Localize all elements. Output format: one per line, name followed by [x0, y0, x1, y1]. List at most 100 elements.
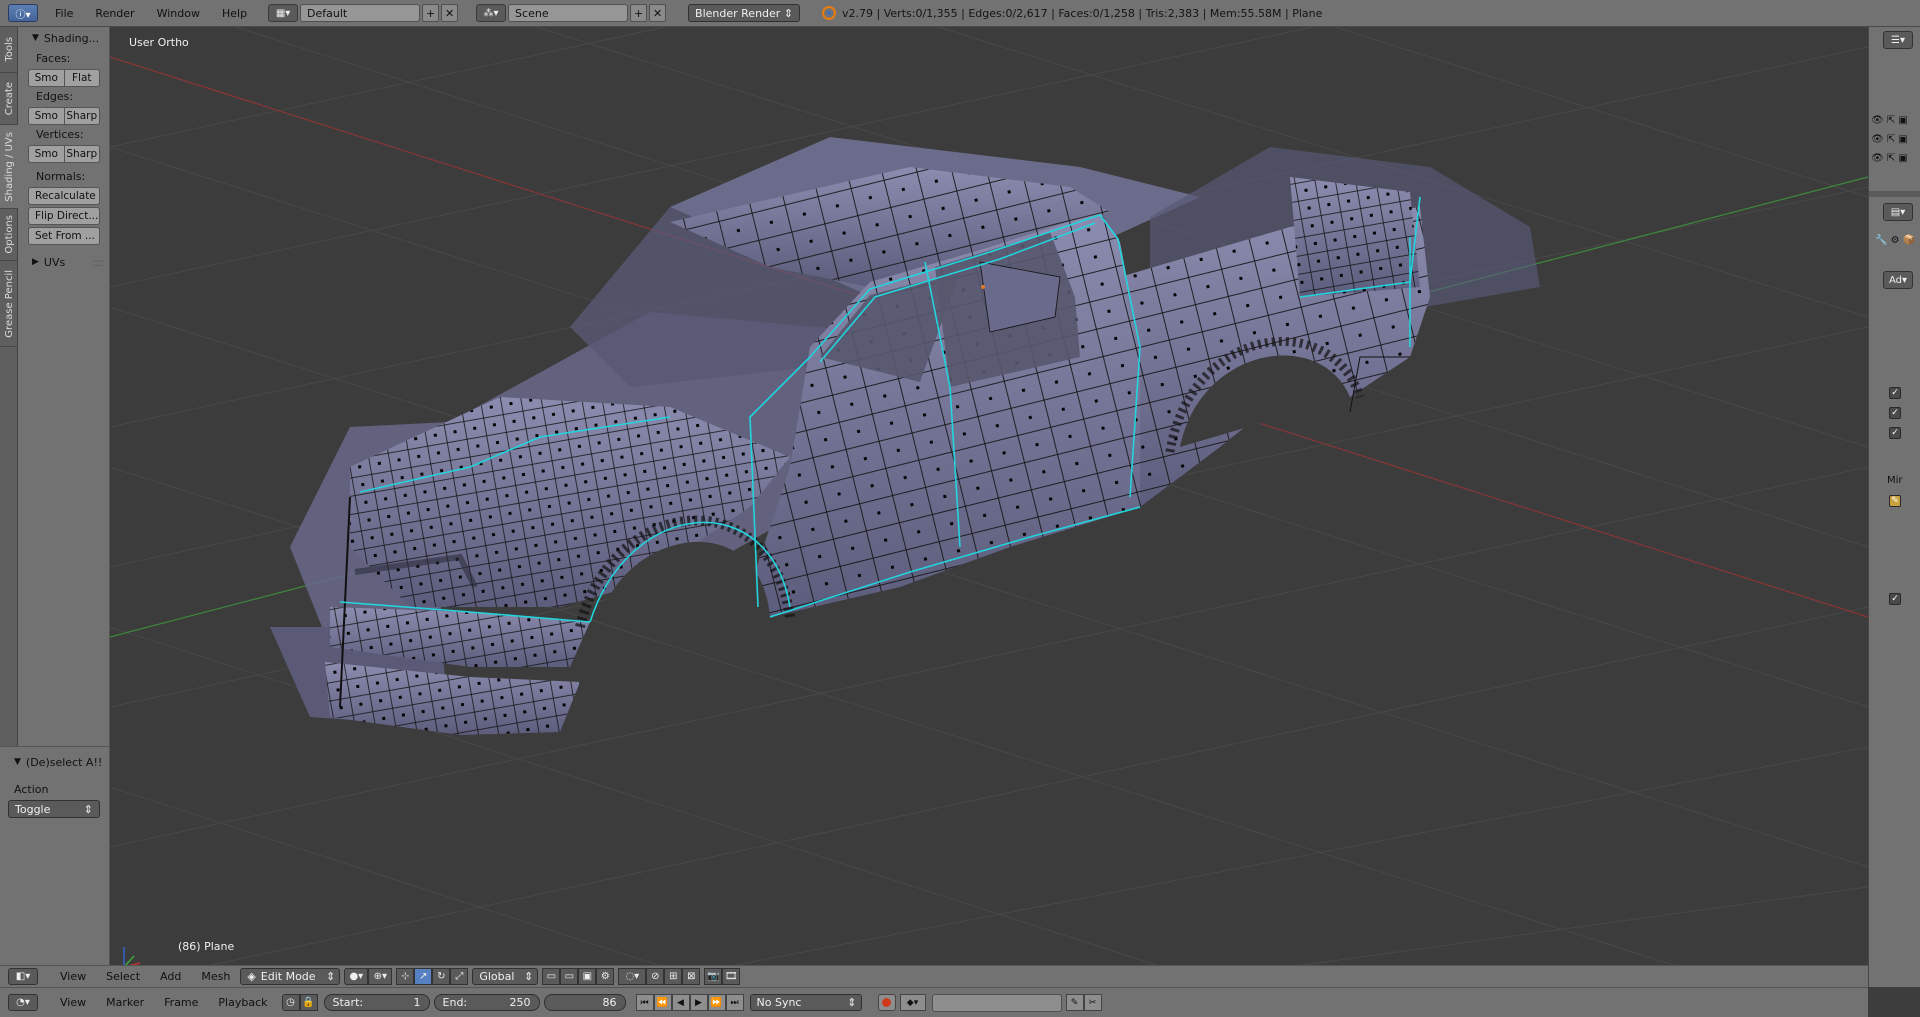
end-frame-field[interactable]: End: 250 [433, 994, 540, 1011]
action-value: Toggle [15, 802, 51, 816]
tab-tools[interactable]: Tools [0, 27, 18, 73]
faces-flat-button[interactable]: Flat [64, 69, 100, 87]
occlude-geometry-icon[interactable]: ⚙ [596, 968, 615, 985]
faces-smooth-button[interactable]: Smo [28, 69, 65, 87]
operator-panel-header[interactable]: ▼ (De)select A!! [0, 751, 109, 773]
add-scene-button[interactable]: + [630, 4, 648, 22]
visibility-eye-icon[interactable]: 👁 ⇱ ▣ [1871, 115, 1908, 126]
current-frame-field[interactable]: 86 [543, 994, 626, 1011]
snap-target-icon[interactable]: ⊠ [682, 968, 701, 985]
screen-layout-icon[interactable]: ▦▾ [268, 4, 299, 22]
edges-sharp-button[interactable]: Sharp [64, 107, 100, 125]
3d-viewport[interactable]: User Ortho (86) Plane [110, 27, 1868, 965]
vertices-smooth-button[interactable]: Smo [28, 145, 65, 163]
add-layout-button[interactable]: + [422, 4, 440, 22]
vertices-sharp-button[interactable]: Sharp [64, 145, 100, 163]
transform-orientation-select[interactable]: Global ⇕ [472, 968, 539, 985]
menu-mesh[interactable]: Mesh [191, 970, 240, 983]
end-frame-label: End: [442, 996, 468, 1009]
tab-grease-pencil[interactable]: Grease Pencil [0, 261, 18, 347]
lock-icon[interactable]: 🔒 [299, 994, 318, 1011]
translate-manipulator-icon[interactable]: ↗ [414, 968, 433, 985]
modifier-option-checkbox[interactable]: ✓ [1889, 593, 1901, 605]
menu-frame[interactable]: Frame [154, 996, 208, 1009]
jump-end-icon[interactable]: ⏭ [725, 994, 744, 1011]
flip-direction-button[interactable]: Flip Direct... [28, 207, 100, 225]
mirror-label: Mir [1887, 475, 1903, 486]
manipulator-toggle-icon[interactable]: ⊹ [396, 968, 415, 985]
render-icon[interactable]: 📷 [704, 968, 723, 985]
editor-type-info-icon[interactable]: ⓘ▾ [8, 4, 38, 22]
scene-icon[interactable]: ⁂▾ [476, 4, 507, 22]
menu-window[interactable]: Window [146, 7, 211, 20]
set-from-faces-button[interactable]: Set From ... [28, 227, 100, 245]
tab-shading-uvs[interactable]: Shading / UVs [0, 125, 18, 209]
recalculate-button[interactable]: Recalculate [28, 187, 100, 205]
shading-panel-header[interactable]: ▼ Shading... [18, 27, 109, 49]
layer-button-icon[interactable]: ▭ [542, 968, 561, 985]
layer-button-icon-2[interactable]: ▭ [560, 968, 579, 985]
edges-smooth-button[interactable]: Smo [28, 107, 65, 125]
play-reverse-icon[interactable]: ◀ [671, 994, 690, 1011]
menu-add[interactable]: Add [150, 970, 191, 983]
add-modifier-button[interactable]: Ad ▾ [1883, 271, 1913, 289]
edges-label: Edges: [36, 90, 74, 103]
pivot-point-icon[interactable]: ⊕▾ [368, 968, 393, 985]
scale-manipulator-icon[interactable]: ⤢ [450, 968, 469, 985]
drag-grip-icon[interactable]: :::: [92, 256, 104, 269]
preview-range-icon[interactable]: ◷ [281, 994, 300, 1011]
modifier-toggle-checkbox[interactable]: ✓ [1889, 387, 1901, 399]
visibility-eye-icon-3[interactable]: 👁 ⇱ ▣ [1871, 153, 1908, 164]
menu-timeline-view[interactable]: View [50, 996, 96, 1009]
tab-create[interactable]: Create [0, 73, 18, 125]
delete-keyframe-icon[interactable]: ✂ [1083, 994, 1102, 1011]
scene-field[interactable]: Scene [508, 4, 629, 22]
modifier-toggle-checkbox-2[interactable]: ✓ [1889, 407, 1901, 419]
jump-keyframe-back-icon[interactable]: ⏪ [653, 994, 672, 1011]
edit-mode-toggle-icon[interactable]: ✎ [1889, 495, 1901, 507]
tab-options[interactable]: Options [0, 209, 18, 261]
snap-element-icon[interactable]: ⊞ [664, 968, 683, 985]
menu-view[interactable]: View [50, 970, 96, 983]
uvs-panel-header[interactable]: ▶ UVs :::: [18, 251, 109, 273]
menu-render[interactable]: Render [84, 7, 145, 20]
menu-help[interactable]: Help [211, 7, 258, 20]
action-select[interactable]: Toggle ⇕ [8, 800, 100, 818]
insert-keyframe-icon[interactable]: ✎ [1065, 994, 1084, 1011]
start-frame-field[interactable]: Start: 1 [323, 994, 430, 1011]
viewport-shading-icon[interactable]: ●▾ [344, 968, 369, 985]
3d-view-header: ◧▾ View Select Add Mesh ◈ Edit Mode ⇕ ●▾… [0, 965, 1868, 987]
editor-type-timeline-icon[interactable]: ◔▾ [8, 994, 38, 1011]
modifier-toggle-checkbox-3[interactable]: ✓ [1889, 427, 1901, 439]
menu-playback[interactable]: Playback [208, 996, 277, 1009]
screen-layout-field[interactable]: Default [300, 4, 421, 22]
rotate-manipulator-icon[interactable]: ↻ [432, 968, 451, 985]
render-engine-select[interactable]: Blender Render ⇕ [688, 4, 801, 22]
jump-start-icon[interactable]: ⏮ [635, 994, 654, 1011]
remove-layout-button[interactable]: ✕ [441, 4, 459, 22]
view-name-label: User Ortho [129, 36, 189, 49]
modifier-wrench-icon[interactable]: 🔧 ⚙ 📦 [1875, 235, 1915, 246]
outliner-editor-icon[interactable]: ☰▾ [1883, 31, 1913, 49]
layer-button-icon-3[interactable]: ▣ [578, 968, 597, 985]
proportional-edit-icon[interactable]: ◌▾ [618, 968, 647, 985]
render-animation-icon[interactable]: 🎞 [722, 968, 741, 985]
auto-keyframe-record-icon[interactable] [877, 994, 896, 1011]
remove-scene-button[interactable]: ✕ [649, 4, 667, 22]
menu-select[interactable]: Select [96, 970, 150, 983]
info-header: ⓘ▾ File Render Window Help ▦▾ Default + … [0, 0, 1920, 27]
play-icon[interactable]: ▶ [689, 994, 708, 1011]
menu-file[interactable]: File [44, 7, 84, 20]
jump-keyframe-forward-icon[interactable]: ⏩ [707, 994, 726, 1011]
visibility-eye-icon-2[interactable]: 👁 ⇱ ▣ [1871, 134, 1908, 145]
properties-editor-icon[interactable]: ▤▾ [1883, 203, 1913, 221]
editor-type-3d-icon[interactable]: ◧▾ [8, 968, 38, 985]
menu-marker[interactable]: Marker [96, 996, 154, 1009]
sync-mode-select[interactable]: No Sync ⇕ [749, 994, 862, 1011]
snap-toggle-icon[interactable]: ⊘ [646, 968, 665, 985]
keying-set-field[interactable] [931, 993, 1062, 1012]
keying-mode-icon[interactable]: ◆▾ [899, 994, 926, 1011]
interaction-mode-select[interactable]: ◈ Edit Mode ⇕ [240, 968, 341, 985]
shading-panel-title: Shading... [43, 31, 100, 45]
expand-triangle-icon: ▶ [32, 257, 39, 267]
